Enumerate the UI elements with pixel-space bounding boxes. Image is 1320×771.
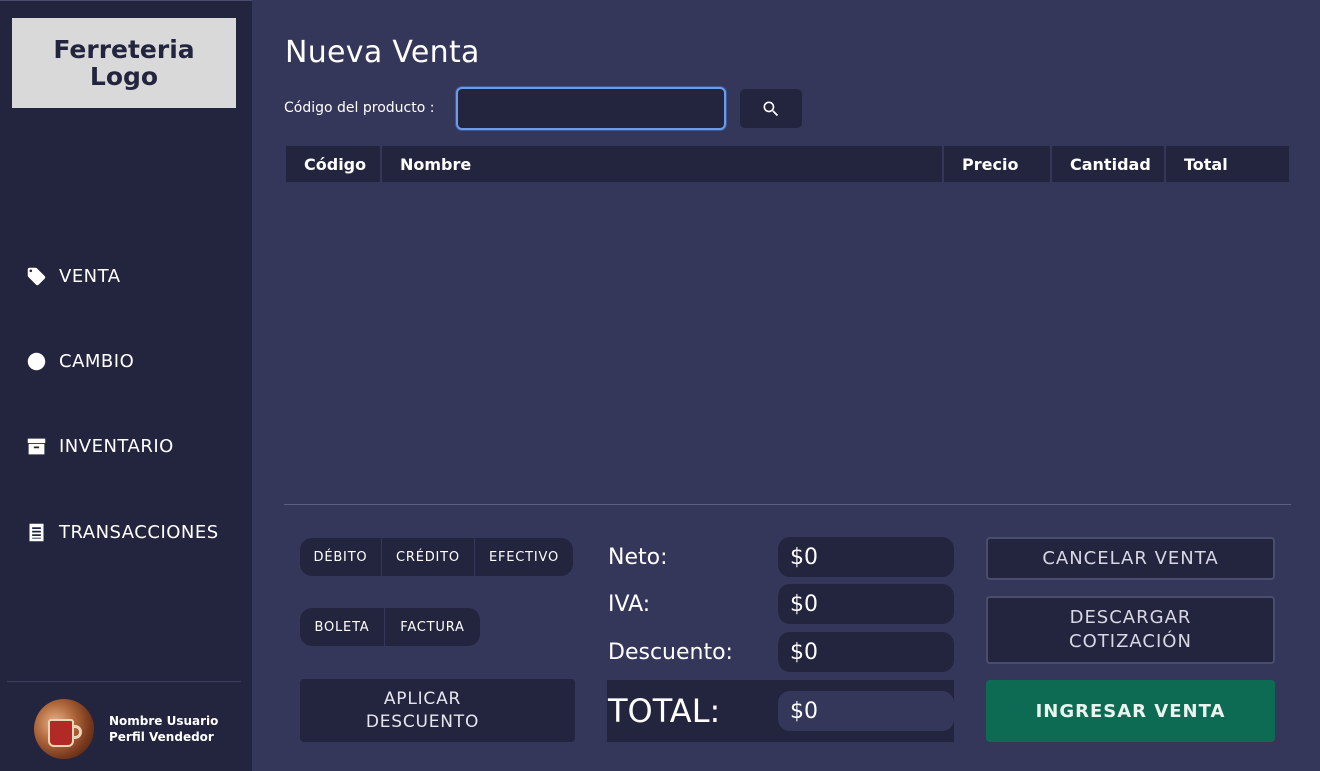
apply-discount-label: APLICAR DESCUENTO xyxy=(365,689,480,732)
descuento-label: Descuento: xyxy=(608,640,733,665)
section-divider xyxy=(284,504,1291,505)
doc-factura-button[interactable]: FACTURA xyxy=(385,608,480,646)
sidebar-divider xyxy=(7,681,241,682)
total-label: TOTAL: xyxy=(608,692,721,730)
receipt-icon xyxy=(29,523,44,541)
sidebar-item-transacciones[interactable]: TRANSACCIONES xyxy=(26,519,219,545)
search-button[interactable] xyxy=(740,89,802,128)
sidebar-item-inventario[interactable]: INVENTARIO xyxy=(26,433,174,459)
mug-image xyxy=(48,719,74,747)
neto-value: $0 xyxy=(778,537,954,577)
column-total: Total xyxy=(1166,146,1289,182)
code-label: Código del producto : xyxy=(284,100,435,116)
sidebar-item-cambio[interactable]: CAMBIO xyxy=(26,348,134,374)
logo: Ferreteria Logo xyxy=(12,18,236,108)
descuento-value: $0 xyxy=(778,632,954,672)
page-title: Nueva Venta xyxy=(285,35,480,70)
avatar[interactable] xyxy=(34,699,94,759)
submit-sale-button[interactable]: INGRESAR VENTA xyxy=(986,680,1275,742)
sidebar-item-venta[interactable]: VENTA xyxy=(26,263,121,289)
payment-method-selector: DÉBITO CRÉDITO EFECTIVO xyxy=(300,538,573,576)
iva-label: IVA: xyxy=(608,592,651,617)
product-code-input[interactable] xyxy=(456,87,726,130)
neto-label: Neto: xyxy=(608,545,668,570)
sidebar: Ferreteria Logo VENTA CAMBIO INVENTARIO … xyxy=(0,0,252,771)
column-codigo: Código xyxy=(286,146,380,182)
archive-icon xyxy=(27,438,46,454)
sidebar-item-label: VENTA xyxy=(59,265,121,287)
products-table-header: Código Nombre Precio Cantidad Total xyxy=(286,146,1289,182)
payment-credito-button[interactable]: CRÉDITO xyxy=(382,538,475,576)
user-info: Nombre Usuario Perfil Vendedor xyxy=(109,713,218,745)
sidebar-item-label: CAMBIO xyxy=(59,350,135,372)
column-nombre: Nombre xyxy=(382,146,942,182)
user-role: Perfil Vendedor xyxy=(109,730,214,744)
payment-debito-button[interactable]: DÉBITO xyxy=(300,538,382,576)
exchange-icon xyxy=(27,352,46,370)
iva-value: $0 xyxy=(778,584,954,624)
apply-discount-button[interactable]: APLICAR DESCUENTO xyxy=(300,679,856,742)
sidebar-item-label: TRANSACCIONES xyxy=(59,521,219,543)
column-cantidad: Cantidad xyxy=(1052,146,1164,182)
mug-handle xyxy=(72,725,82,739)
tag-icon xyxy=(27,267,46,285)
document-type-selector: BOLETA FACTURA xyxy=(300,608,480,646)
column-precio: Precio xyxy=(944,146,1050,182)
total-value: $0 xyxy=(778,691,954,731)
cancel-sale-button[interactable]: CANCELAR VENTA xyxy=(986,537,1275,580)
user-name: Nombre Usuario xyxy=(109,714,219,728)
download-quote-button[interactable]: DESCARGAR COTIZACIÓN xyxy=(986,596,1275,664)
doc-boleta-button[interactable]: BOLETA xyxy=(300,608,385,646)
search-icon xyxy=(763,101,779,116)
payment-efectivo-button[interactable]: EFECTIVO xyxy=(475,538,573,576)
sidebar-item-label: INVENTARIO xyxy=(59,435,174,457)
